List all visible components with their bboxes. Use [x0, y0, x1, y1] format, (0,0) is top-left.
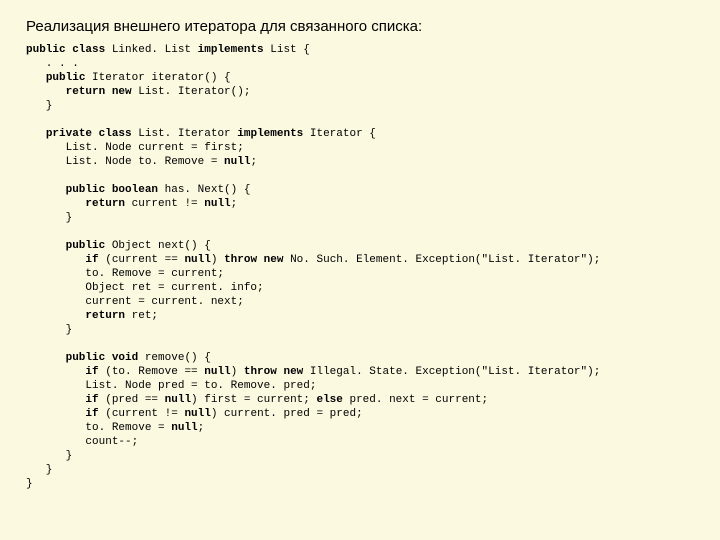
code-block: public class Linked. List implements Lis…: [26, 43, 694, 491]
slide-title: Реализация внешнего итератора для связан…: [26, 18, 694, 35]
slide: Реализация внешнего итератора для связан…: [0, 0, 720, 540]
